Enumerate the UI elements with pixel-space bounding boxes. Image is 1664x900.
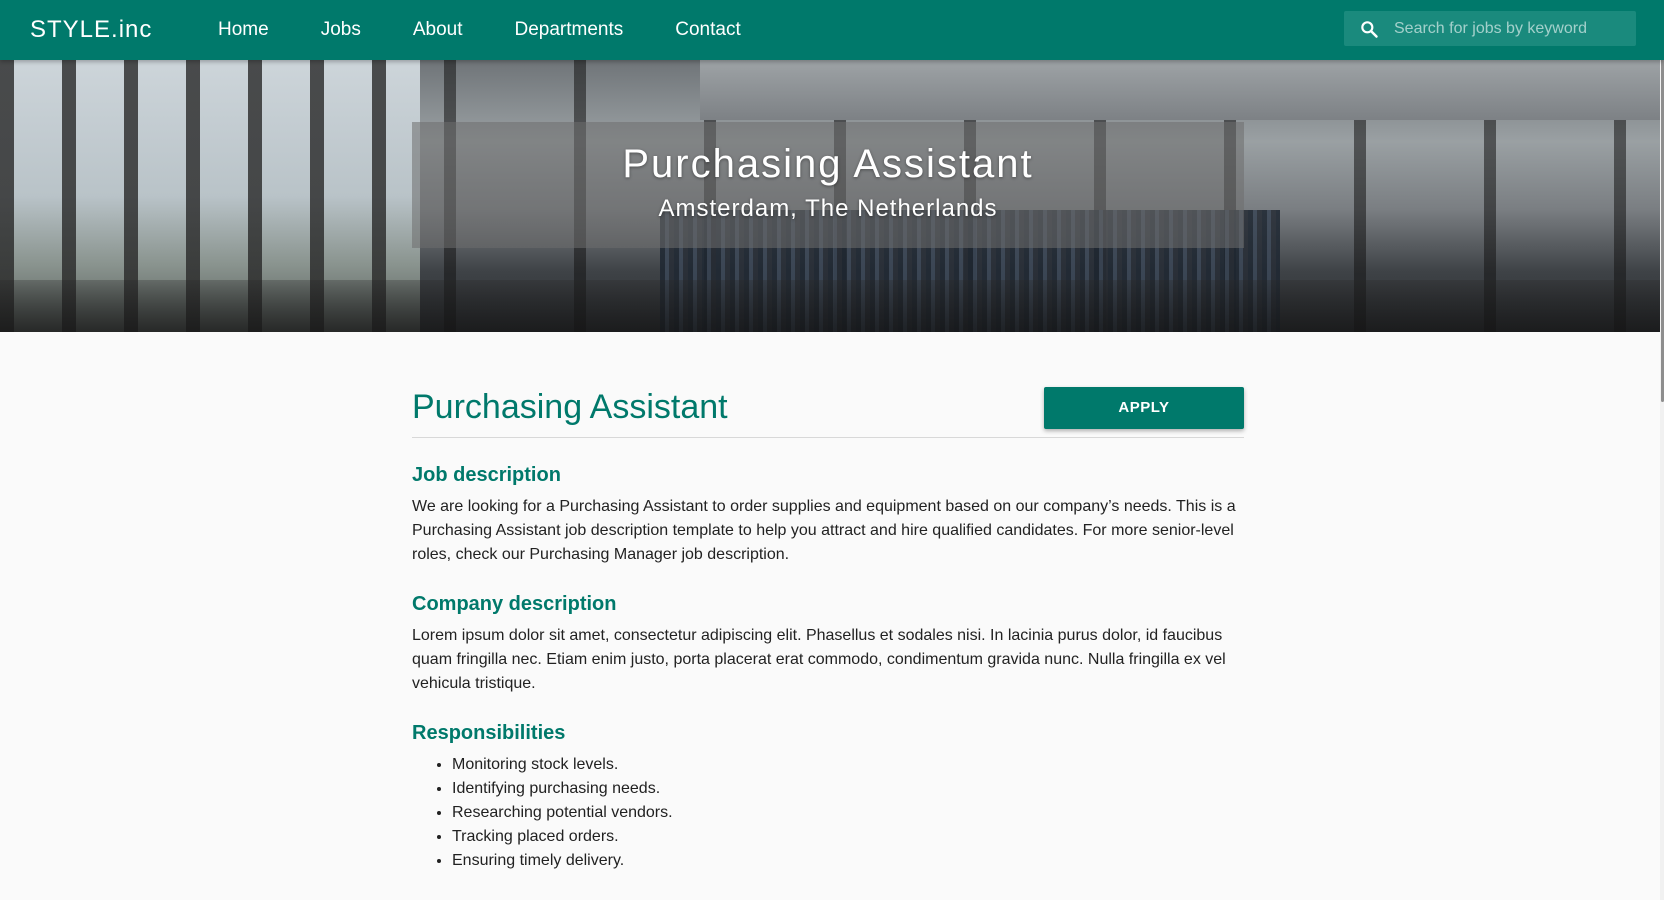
nav-link-home[interactable]: Home xyxy=(218,19,269,41)
hero-floor xyxy=(0,280,1660,332)
responsibilities-section: Responsibilities Monitoring stock levels… xyxy=(412,722,1244,873)
page-title: Purchasing Assistant xyxy=(412,388,728,426)
job-title-row: Purchasing Assistant APPLY xyxy=(412,386,1244,438)
search-icon[interactable] xyxy=(1344,19,1394,39)
nav-link-contact[interactable]: Contact xyxy=(675,19,740,41)
company-description-heading: Company description xyxy=(412,593,617,615)
brand-logo[interactable]: STYLE.inc xyxy=(30,16,218,44)
hero-overlay: Purchasing Assistant Amsterdam, The Neth… xyxy=(412,122,1244,248)
responsibilities-heading: Responsibilities xyxy=(412,722,566,744)
nav-link-jobs[interactable]: Jobs xyxy=(321,19,361,41)
job-description-heading: Job description xyxy=(412,464,561,486)
top-navbar: STYLE.inc Home Jobs About Departments Co… xyxy=(0,0,1664,60)
list-item: Identifying purchasing needs. xyxy=(452,777,1244,801)
list-item: Monitoring stock levels. xyxy=(452,753,1244,777)
job-search-input[interactable] xyxy=(1394,19,1624,38)
responsibilities-list: Monitoring stock levels. Identifying pur… xyxy=(452,753,1244,873)
company-description-text: Lorem ipsum dolor sit amet, consectetur … xyxy=(412,627,1226,692)
job-details: Purchasing Assistant APPLY Job descripti… xyxy=(412,386,1244,873)
nav-links: Home Jobs About Departments Contact xyxy=(218,19,793,41)
hero-banner: Purchasing Assistant Amsterdam, The Neth… xyxy=(0,60,1660,332)
job-description-text: We are looking for a Purchasing Assistan… xyxy=(412,498,1236,563)
list-item: Researching potential vendors. xyxy=(452,801,1244,825)
hero-job-location: Amsterdam, The Netherlands xyxy=(658,195,998,222)
job-description-section: Job description We are looking for a Pur… xyxy=(412,464,1244,567)
company-description-section: Company description Lorem ipsum dolor si… xyxy=(412,593,1244,696)
list-item: Tracking placed orders. xyxy=(452,825,1244,849)
list-item: Ensuring timely delivery. xyxy=(452,849,1244,873)
apply-button[interactable]: APPLY xyxy=(1044,386,1244,429)
nav-link-about[interactable]: About xyxy=(413,19,463,41)
hero-job-title: Purchasing Assistant xyxy=(622,142,1034,186)
job-search-box[interactable] xyxy=(1344,11,1636,46)
nav-link-departments[interactable]: Departments xyxy=(514,19,623,41)
hero-ceiling xyxy=(700,60,1660,120)
